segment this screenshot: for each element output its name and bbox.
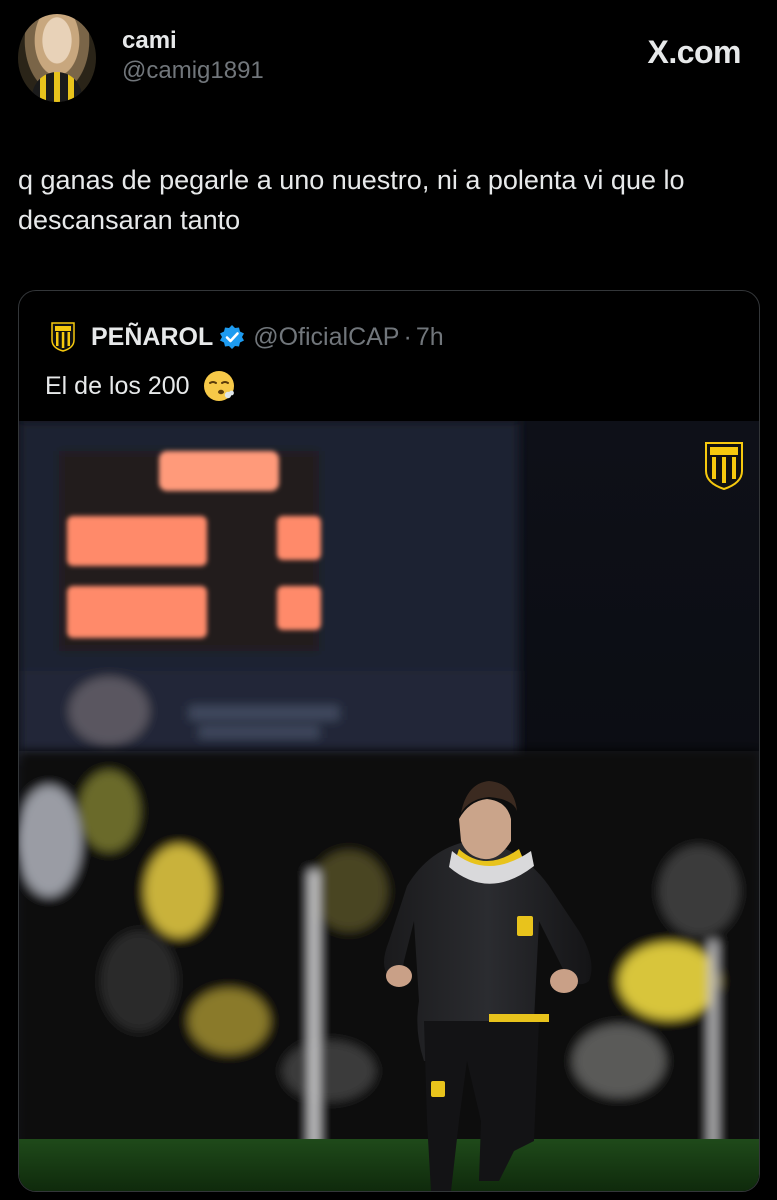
quote-author-handle[interactable]: @OficialCAP bbox=[253, 323, 399, 352]
quote-text-row: El de los 200 bbox=[45, 369, 236, 403]
photo-scene bbox=[19, 421, 759, 1191]
author-avatar[interactable] bbox=[18, 14, 96, 102]
tweet-header: cami @camig1891 X.com bbox=[18, 14, 741, 104]
author-handle[interactable]: @camig1891 bbox=[122, 56, 264, 86]
quoted-tweet-photo[interactable] bbox=[19, 421, 759, 1191]
quote-header: PEÑAROL @OficialCAP · 7h bbox=[51, 319, 444, 355]
tweet-text: q ganas de pegarle a uno nuestro, ni a p… bbox=[18, 165, 685, 235]
verified-badge-icon bbox=[220, 325, 245, 349]
quote-timestamp[interactable]: 7h bbox=[416, 323, 444, 352]
face-exhaling-icon bbox=[203, 371, 234, 401]
penarol-shield-watermark bbox=[705, 442, 743, 491]
author-block[interactable]: cami @camig1891 bbox=[122, 26, 264, 86]
quote-author-name[interactable]: PEÑAROL bbox=[91, 323, 213, 352]
crest-chest bbox=[517, 916, 533, 936]
quoted-tweet[interactable]: PEÑAROL @OficialCAP · 7h El de los 200 bbox=[18, 290, 760, 1192]
quote-separator: · bbox=[403, 322, 412, 351]
author-name[interactable]: cami bbox=[122, 26, 264, 56]
avatar-shirt bbox=[32, 72, 82, 102]
penarol-shield-icon[interactable] bbox=[51, 322, 75, 352]
quote-text: El de los 200 bbox=[45, 371, 190, 400]
pitch-grass bbox=[19, 1139, 759, 1191]
x-logo: X.com bbox=[647, 34, 741, 70]
